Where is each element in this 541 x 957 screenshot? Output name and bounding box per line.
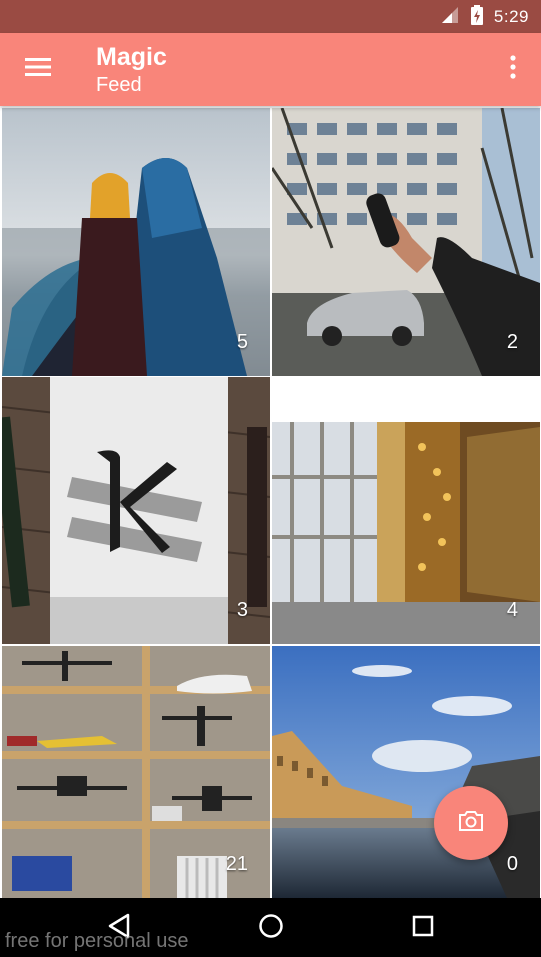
signal-icon: [440, 5, 460, 30]
camera-fab-button[interactable]: [434, 786, 508, 860]
photo-count: 21: [225, 853, 248, 875]
photo-tile[interactable]: 21: [2, 646, 270, 898]
photo-grid: 5 2 3 4 21 0: [0, 106, 541, 898]
recents-icon: [411, 914, 435, 943]
photo-tile[interactable]: 0: [272, 646, 540, 898]
photo-thumbnail: [272, 108, 540, 376]
more-vertical-icon: [509, 54, 517, 84]
home-button[interactable]: [251, 910, 291, 946]
app-title: Magic: [96, 43, 167, 71]
home-icon: [258, 913, 284, 944]
photo-thumbnail: [2, 377, 270, 644]
app-titles: Magic Feed: [96, 42, 167, 98]
status-icons: 5:29: [440, 4, 529, 31]
photo-tile[interactable]: 4: [272, 377, 540, 644]
photo-count: 0: [506, 853, 518, 875]
photo-count: 2: [506, 331, 518, 353]
photo-count: 4: [506, 599, 518, 621]
photo-thumbnail: [272, 646, 540, 898]
photo-count: 5: [236, 331, 248, 353]
status-time: 5:29: [493, 7, 529, 26]
status-bar: 5:29: [0, 0, 541, 33]
photo-count: 3: [236, 599, 248, 621]
app-bar: Magic Feed: [0, 33, 541, 106]
app-subtitle: Feed: [96, 74, 142, 96]
menu-icon: [25, 57, 51, 82]
photo-thumbnail: [2, 108, 270, 376]
overflow-menu-button[interactable]: [499, 51, 527, 87]
photo-tile[interactable]: 2: [272, 108, 540, 376]
photo-tile[interactable]: 5: [2, 108, 270, 376]
photo-tile[interactable]: 3: [2, 377, 270, 644]
menu-button[interactable]: [18, 51, 58, 87]
watermark-text: free for personal use: [5, 930, 189, 952]
photo-thumbnail: [272, 377, 540, 644]
battery-charging-icon: [470, 4, 484, 31]
camera-icon: [458, 810, 484, 837]
recents-button[interactable]: [403, 910, 443, 946]
